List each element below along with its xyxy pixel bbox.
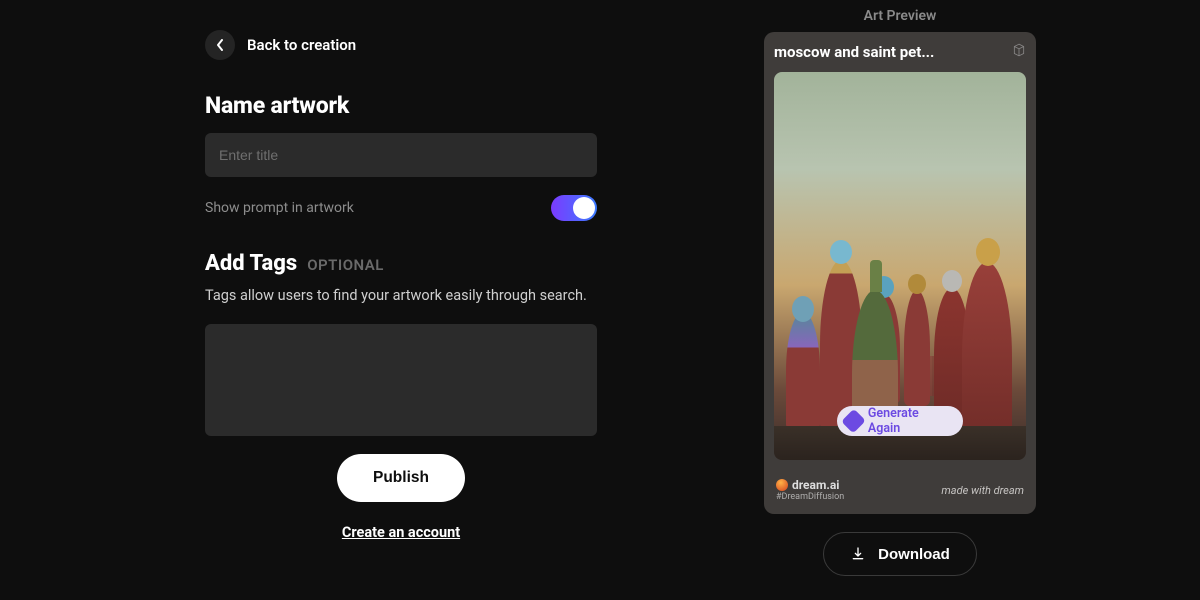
sparkle-icon xyxy=(841,409,866,434)
toggle-knob xyxy=(573,197,595,219)
preview-card: moscow and saint pet... Generate Again xyxy=(764,32,1036,514)
download-icon xyxy=(850,546,866,562)
tags-input[interactable] xyxy=(205,324,597,436)
back-label: Back to creation xyxy=(247,36,356,54)
create-account-link[interactable]: Create an account xyxy=(342,524,460,541)
name-artwork-heading: Name artwork xyxy=(205,92,600,119)
chevron-left-icon xyxy=(205,30,235,60)
back-to-creation-link[interactable]: Back to creation xyxy=(205,30,600,60)
brand-name: dream.ai xyxy=(792,478,839,492)
show-prompt-label: Show prompt in artwork xyxy=(205,200,354,216)
preview-panel: Art Preview moscow and saint pet... xyxy=(600,0,1200,600)
artwork-title-input[interactable] xyxy=(205,133,597,177)
generate-again-button[interactable]: Generate Again xyxy=(837,406,963,436)
brand-subtext: #DreamDiffusion xyxy=(776,492,844,502)
generate-again-label: Generate Again xyxy=(868,406,949,436)
add-tags-heading: Add Tags xyxy=(205,251,297,276)
preview-card-title: moscow and saint pet... xyxy=(774,43,934,61)
download-label: Download xyxy=(878,546,950,563)
brand-block: dream.ai #DreamDiffusion xyxy=(776,478,844,502)
download-button[interactable]: Download xyxy=(823,532,977,576)
optional-label: OPTIONAL xyxy=(307,256,384,274)
form-panel: Back to creation Name artwork Show promp… xyxy=(0,0,600,600)
cube-icon[interactable] xyxy=(1012,43,1026,61)
preview-label: Art Preview xyxy=(864,8,937,24)
tags-description: Tags allow users to find your artwork ea… xyxy=(205,286,597,306)
publish-button[interactable]: Publish xyxy=(337,454,465,502)
preview-image: Generate Again xyxy=(774,72,1026,460)
brand-logo-icon xyxy=(776,479,788,491)
made-with-label: made with dream xyxy=(941,484,1024,497)
show-prompt-toggle[interactable] xyxy=(551,195,597,221)
